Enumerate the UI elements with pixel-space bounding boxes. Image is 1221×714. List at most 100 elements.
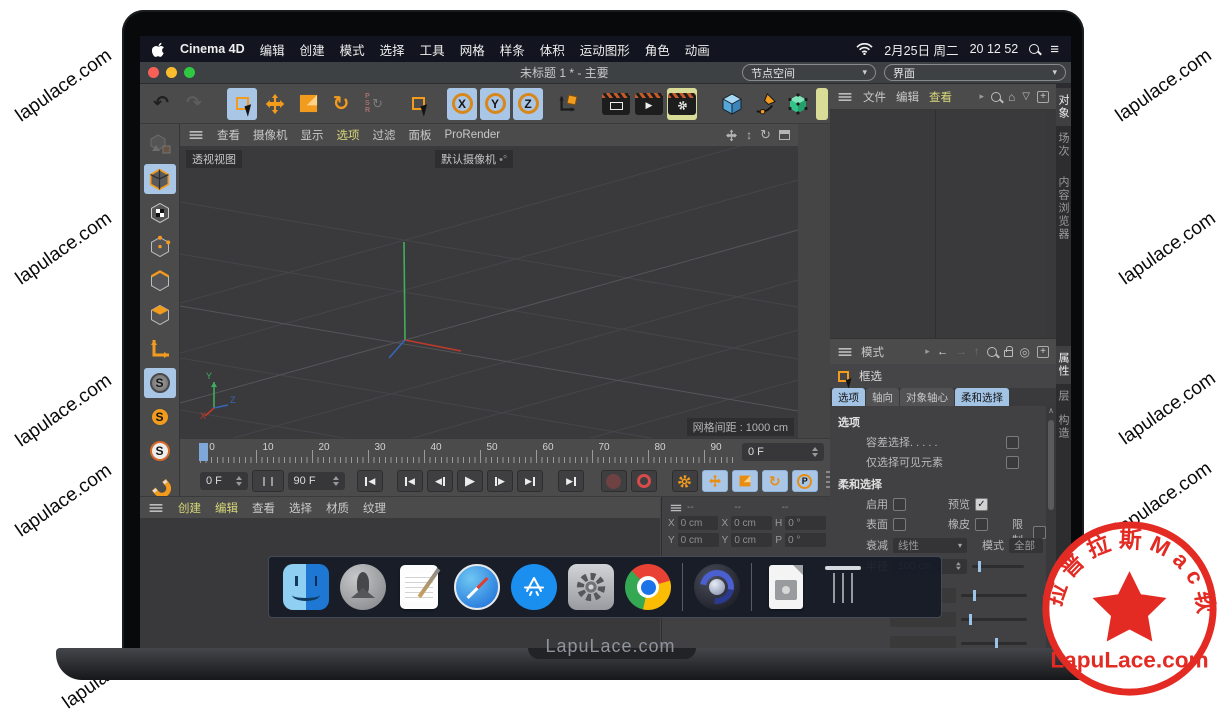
viewport-menu-item[interactable]: 过滤 <box>373 127 396 143</box>
menubar-item[interactable]: 工具 <box>420 40 445 59</box>
dim-slider[interactable] <box>961 594 1027 597</box>
object-menu-icon[interactable] <box>839 93 852 101</box>
app-menu[interactable]: Cinema 4D <box>180 42 245 56</box>
camera-label[interactable]: 默认摄像机 •° <box>435 150 513 168</box>
dock-trash-icon[interactable] <box>820 564 866 610</box>
tab-object-axis[interactable]: 对象轴心 <box>900 388 954 406</box>
forward-icon[interactable]: → <box>955 346 967 358</box>
rotate-tool[interactable]: ↻ <box>326 88 356 120</box>
layout-dropdown[interactable]: 界面▾ <box>884 64 1066 81</box>
enable-checkbox[interactable] <box>893 498 906 511</box>
menubar-item[interactable]: 角色 <box>645 40 670 59</box>
viewport-solo-off-button[interactable]: S <box>144 368 176 398</box>
viewport-menu-item-active[interactable]: 选项 <box>337 127 360 143</box>
viewport-solo-single-button[interactable]: S <box>144 402 176 432</box>
dock-appstore-icon[interactable] <box>511 564 557 610</box>
attribute-mode-menu[interactable]: 模式 <box>861 344 884 360</box>
tab-soft-selection[interactable]: 柔和选择 <box>955 388 1009 406</box>
coord-field[interactable]: 0 ° <box>785 516 826 530</box>
view-label[interactable]: 透视视图 <box>186 150 242 168</box>
falloff-dropdown[interactable]: 线性▾ <box>893 538 967 553</box>
key-scale-toggle[interactable] <box>732 470 758 492</box>
surface-checkbox[interactable] <box>893 518 906 531</box>
selection-filter-tool[interactable] <box>403 88 433 120</box>
render-picture-viewer-button[interactable]: ▶ <box>634 88 664 120</box>
dim-slider[interactable] <box>961 618 1027 621</box>
apple-icon[interactable] <box>152 42 165 57</box>
viewport-menu-item[interactable]: ProRender <box>445 129 501 141</box>
scale-tool[interactable] <box>293 88 323 120</box>
key-position-toggle[interactable] <box>702 470 728 492</box>
play-button[interactable]: ▶ <box>457 470 483 492</box>
dock-cinema4d-icon[interactable] <box>694 564 740 610</box>
side-tab-layers[interactable]: 层 <box>1056 390 1071 403</box>
viewport-menu-item[interactable]: 面板 <box>409 127 432 143</box>
range-slider[interactable] <box>252 470 284 492</box>
filter-icon[interactable]: ▽ <box>1022 91 1030 102</box>
goto-end-button[interactable]: ▶ <box>558 470 584 492</box>
undo-button[interactable]: ↶ <box>146 88 176 120</box>
tolerance-checkbox[interactable] <box>1006 436 1019 449</box>
add-icon[interactable]: + <box>1037 91 1049 103</box>
dock-settings-icon[interactable] <box>568 564 614 610</box>
viewport-menu-item[interactable]: 查看 <box>217 127 240 143</box>
texture-mode-button[interactable] <box>144 198 176 228</box>
side-tab-attributes[interactable]: 属性 <box>1056 346 1071 384</box>
menubar-item[interactable]: 样条 <box>500 40 525 59</box>
coord-menu-icon[interactable] <box>671 504 681 511</box>
target-icon[interactable]: ◎ <box>1020 345 1030 359</box>
material-menu-item[interactable]: 选择 <box>289 500 312 516</box>
lock-icon[interactable] <box>1004 350 1013 357</box>
spinner-icon[interactable] <box>806 447 818 457</box>
up-icon[interactable]: ↑ <box>974 346 980 358</box>
scroll-up-icon[interactable]: ∧ <box>1048 406 1054 415</box>
wifi-icon[interactable] <box>856 43 873 55</box>
prev-frame-button[interactable]: ◀ <box>427 470 453 492</box>
menubar-clock[interactable]: 20 12 52 <box>970 42 1019 56</box>
material-menu-item-active[interactable]: 编辑 <box>215 500 238 516</box>
side-tab-content-browser[interactable]: 内容浏览器 <box>1056 176 1071 241</box>
points-mode-button[interactable] <box>144 232 176 262</box>
object-menu-item[interactable]: 编辑 <box>896 89 919 105</box>
polygons-mode-button[interactable] <box>144 300 176 330</box>
attribute-search-icon[interactable] <box>987 347 997 357</box>
material-menu-item[interactable]: 查看 <box>252 500 275 516</box>
visible-only-checkbox[interactable] <box>1006 456 1019 469</box>
viewport-zoom-icon[interactable]: ↕ <box>746 128 752 142</box>
object-menu-item[interactable]: 文件 <box>863 89 886 105</box>
axis-mode-button[interactable] <box>144 334 176 364</box>
subdivision-surface-button[interactable] <box>783 88 813 120</box>
control-center-icon[interactable]: ≡ <box>1050 41 1059 58</box>
menubar-item[interactable]: 动画 <box>685 40 710 59</box>
menubar-item[interactable]: 体积 <box>540 40 565 59</box>
lock-y-axis-button[interactable]: Y <box>480 88 510 120</box>
move-tool[interactable] <box>260 88 290 120</box>
viewport-menu-item[interactable]: 摄像机 <box>253 127 288 143</box>
viewport-menu-icon[interactable] <box>190 131 203 139</box>
coord-field[interactable]: 0 cm <box>678 533 719 547</box>
material-menu-item[interactable]: 纹理 <box>363 500 386 516</box>
make-editable-button[interactable] <box>144 130 176 160</box>
active-tool-row[interactable]: 框选 <box>830 364 1056 388</box>
material-menu-item[interactable]: 材质 <box>326 500 349 516</box>
dock-finder-icon[interactable] <box>283 564 329 610</box>
side-tab-takes[interactable]: 场次 <box>1056 132 1071 158</box>
maximize-button[interactable] <box>184 67 195 78</box>
menubar-date[interactable]: 2月25日 周二 <box>884 40 958 59</box>
live-selection-tool[interactable] <box>227 88 257 120</box>
goto-start-button[interactable]: ◀ <box>357 470 383 492</box>
viewport[interactable]: 透视视图 默认摄像机 •° 网格间距 : 1000 cm Y Z X <box>180 146 798 438</box>
viewport-pan-icon[interactable] <box>725 129 738 142</box>
spline-pen-button[interactable] <box>750 88 780 120</box>
viewport-toggle-icon[interactable] <box>779 130 790 140</box>
tab-options[interactable]: 选项 <box>832 388 865 406</box>
current-frame-field[interactable]: 0 F <box>742 443 824 461</box>
add-icon[interactable]: + <box>1037 346 1049 358</box>
key-parameter-toggle[interactable]: P <box>792 470 818 492</box>
more-menus-icon[interactable]: ▸ <box>925 346 930 357</box>
viewport-rotate-icon[interactable]: ↻ <box>760 127 771 143</box>
autokey-button[interactable] <box>631 470 657 492</box>
side-tab-objects[interactable]: 对象 <box>1056 88 1071 126</box>
eraser-checkbox[interactable] <box>975 518 988 531</box>
side-tab-structure[interactable]: 构造 <box>1056 414 1071 440</box>
